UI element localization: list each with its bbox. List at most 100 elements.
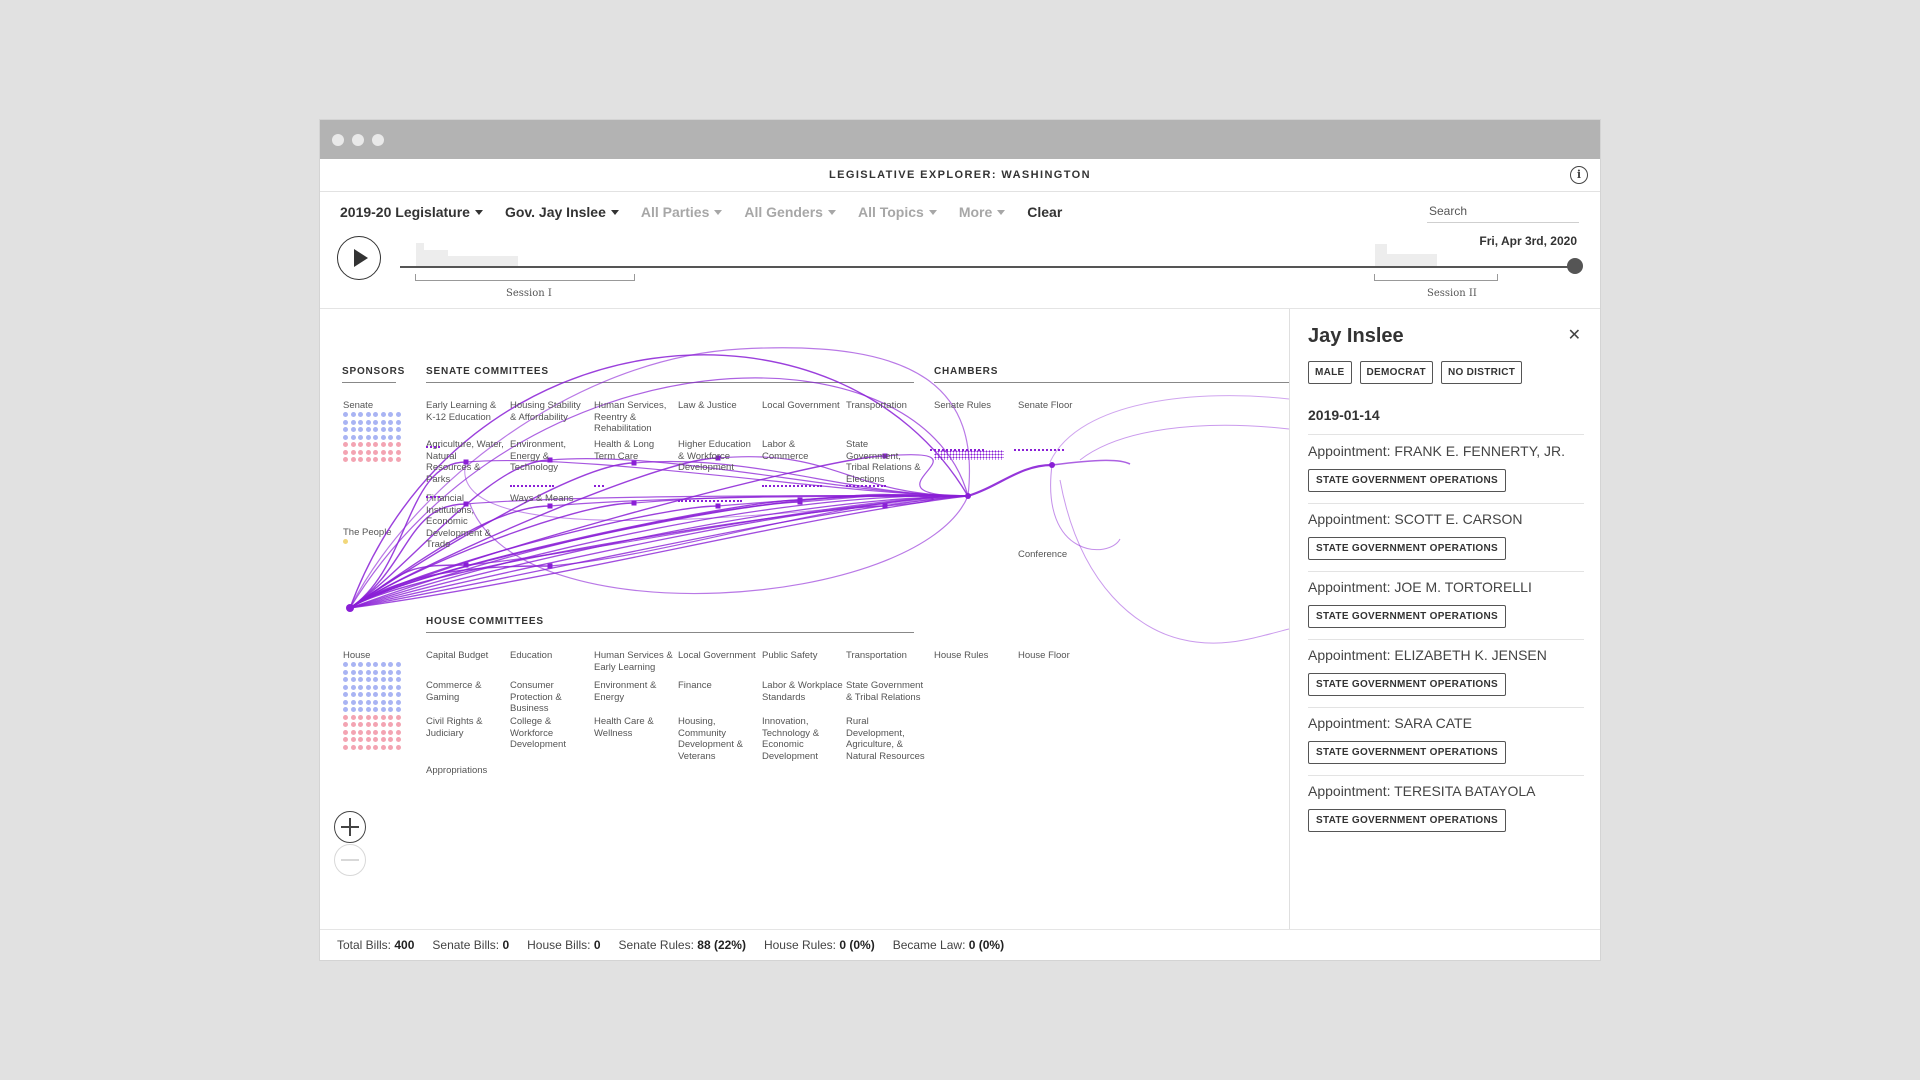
sponsor-dot[interactable] [388, 707, 393, 712]
sponsor-dot[interactable] [388, 412, 393, 417]
house-committee-node[interactable]: Education [510, 650, 592, 662]
sponsor-dot[interactable] [350, 692, 356, 697]
search-input[interactable]: Search [1427, 200, 1579, 223]
sponsor-dot[interactable] [365, 427, 371, 432]
sponsor-dot[interactable] [343, 539, 348, 544]
sponsor-dot[interactable] [350, 722, 356, 727]
sponsor-dot[interactable] [365, 692, 371, 697]
sponsor-dot[interactable] [380, 722, 386, 727]
filter-more[interactable]: More [959, 202, 1006, 222]
sponsor-dot[interactable] [358, 722, 363, 727]
sponsor-dot[interactable] [380, 737, 386, 742]
sponsor-dot[interactable] [365, 699, 371, 705]
sponsor-dot[interactable] [395, 692, 401, 697]
sponsor-dot[interactable] [380, 427, 386, 432]
sponsor-dot[interactable] [358, 419, 363, 425]
sponsor-dot[interactable] [343, 449, 348, 455]
house-committee-node[interactable]: Consumer Protection & Business [510, 680, 592, 715]
sponsor-dot[interactable] [350, 434, 356, 440]
sponsor-dot[interactable] [395, 449, 401, 455]
sponsor-dot[interactable] [395, 714, 401, 720]
sponsor-dot[interactable] [395, 669, 401, 675]
filter-sponsor[interactable]: Gov. Jay Inslee [505, 202, 619, 222]
sponsor-dot[interactable] [388, 434, 393, 440]
sponsor-dot[interactable] [388, 722, 393, 727]
senate-committee-node[interactable]: Law & Justice [678, 400, 756, 412]
appointment-title[interactable]: Appointment: TERESITA BATAYOLA [1308, 783, 1535, 799]
sponsor-dot[interactable] [343, 699, 348, 705]
sponsor-dot[interactable] [343, 412, 348, 417]
sponsor-dot[interactable] [350, 419, 356, 425]
sponsor-dot[interactable] [380, 457, 386, 462]
appointment-title[interactable]: Appointment: SCOTT E. CARSON [1308, 511, 1522, 527]
sponsor-dot[interactable] [388, 662, 393, 667]
sponsor-dot[interactable] [373, 714, 378, 720]
sponsor-dot[interactable] [395, 684, 401, 690]
sponsor-dot[interactable] [365, 457, 371, 462]
sponsor-dot[interactable] [380, 419, 386, 425]
house-committee-node[interactable]: Commerce & Gaming [426, 680, 508, 703]
sponsor-dot[interactable] [343, 677, 348, 682]
sponsor-dot[interactable] [365, 449, 371, 455]
sponsor-dot[interactable] [380, 692, 386, 697]
sponsor-dot[interactable] [373, 684, 378, 690]
sponsor-dot[interactable] [350, 677, 356, 682]
sponsor-dot[interactable] [395, 677, 401, 682]
sponsor-dot[interactable] [373, 412, 378, 417]
sponsor-dot[interactable] [358, 684, 363, 690]
sponsor-dot[interactable] [343, 457, 348, 462]
committee-tag[interactable]: STATE GOVERNMENT OPERATIONS [1308, 537, 1506, 560]
house-committee-node[interactable]: Housing, Community Development & Veteran… [678, 716, 760, 762]
house-committee-node[interactable]: State Government & Tribal Relations [846, 680, 928, 703]
sponsor-dot[interactable] [365, 722, 371, 727]
sponsor-dot[interactable] [373, 737, 378, 742]
senate-committee-node[interactable]: Transportation [846, 400, 924, 412]
sponsor-dot[interactable] [343, 662, 348, 667]
sponsor-dot[interactable] [395, 442, 401, 447]
filter-parties[interactable]: All Parties [641, 202, 723, 222]
sponsor-dot[interactable] [365, 662, 371, 667]
senate-committee-node[interactable]: State Government, Tribal Relations & Ele… [846, 439, 924, 485]
sponsor-dot[interactable] [358, 677, 363, 682]
senate-committee-node[interactable]: Ways & Means [510, 493, 588, 505]
filter-genders[interactable]: All Genders [744, 202, 836, 222]
sponsor-dot[interactable] [358, 449, 363, 455]
window-maximize-dot[interactable] [372, 134, 384, 146]
sponsor-dot[interactable] [350, 714, 356, 720]
chamber-node[interactable]: Senate Floor [1018, 400, 1096, 412]
house-committee-node[interactable]: Environment & Energy [594, 680, 676, 703]
sponsor-dot[interactable] [358, 729, 363, 735]
sponsor-dot[interactable] [343, 669, 348, 675]
house-committee-node[interactable]: Human Services & Early Learning [594, 650, 676, 673]
sponsor-dot[interactable] [373, 449, 378, 455]
sponsor-dot[interactable] [358, 412, 363, 417]
sponsor-dot[interactable] [343, 729, 348, 735]
chamber-node[interactable]: House Floor [1018, 650, 1096, 662]
sponsor-dot[interactable] [395, 419, 401, 425]
sponsor-dot[interactable] [373, 729, 378, 735]
sponsor-dot[interactable] [350, 662, 356, 667]
committee-tag[interactable]: STATE GOVERNMENT OPERATIONS [1308, 741, 1506, 764]
sponsor-dot[interactable] [365, 419, 371, 425]
committee-tag[interactable]: STATE GOVERNMENT OPERATIONS [1308, 809, 1506, 832]
sponsor-dot[interactable] [343, 707, 348, 712]
sponsor-dot[interactable] [380, 677, 386, 682]
sponsor-dot[interactable] [365, 684, 371, 690]
sponsor-dot[interactable] [365, 412, 371, 417]
house-committee-node[interactable]: Innovation, Technology & Economic Develo… [762, 716, 844, 762]
house-committee-node[interactable]: Health Care & Wellness [594, 716, 676, 739]
sponsor-dot[interactable] [358, 714, 363, 720]
senate-committee-node[interactable]: Labor & Commerce [762, 439, 840, 462]
timeline-track[interactable] [400, 266, 1580, 268]
sponsor-dot[interactable] [380, 662, 386, 667]
sponsor-dot[interactable] [373, 677, 378, 682]
house-committee-node[interactable]: College & Workforce Development [510, 716, 592, 751]
sponsor-dot[interactable] [365, 737, 371, 742]
sponsor-dot[interactable] [350, 684, 356, 690]
sponsor-dot[interactable] [358, 457, 363, 462]
sponsor-dot[interactable] [388, 419, 393, 425]
sponsor-dot[interactable] [373, 707, 378, 712]
appointment-title[interactable]: Appointment: ELIZABETH K. JENSEN [1308, 647, 1547, 663]
sponsor-dot[interactable] [388, 669, 393, 675]
sponsor-dot[interactable] [358, 707, 363, 712]
